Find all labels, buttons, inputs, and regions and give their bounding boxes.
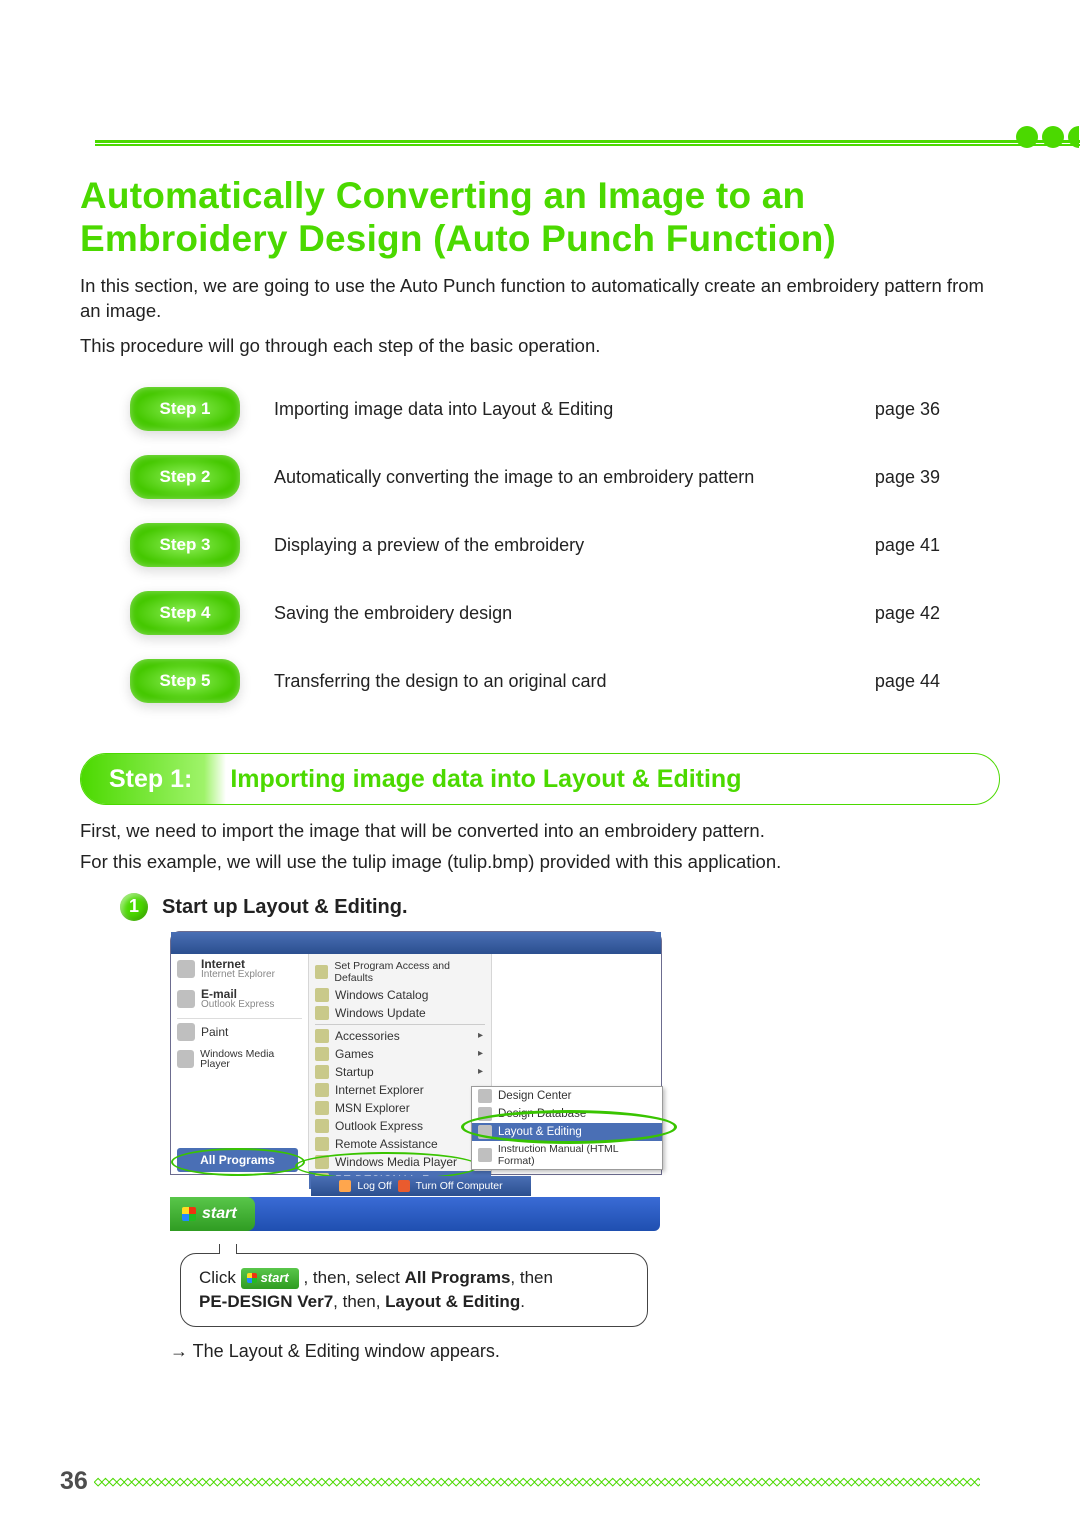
menu-item: Internet Explorer xyxy=(315,1081,485,1099)
substep-number: 1 xyxy=(120,893,148,921)
menu-item: MSN Explorer xyxy=(315,1099,485,1117)
start-menu-left-pane: InternetInternet Explorer E-mailOutlook … xyxy=(171,954,309,1174)
pinned-item-paint: Paint xyxy=(177,1023,302,1041)
start-button-inline: start xyxy=(241,1268,299,1288)
page-number: 36 ◇◇◇◇◇◇◇◇◇◇◇◇◇◇◇◇◇◇◇◇◇◇◇◇◇◇◇◇◇◇◇◇◇◇◇◇◇… xyxy=(60,1467,980,1496)
step-desc: Displaying a preview of the embroidery xyxy=(274,535,841,556)
step-row: Step 3 Displaying a preview of the embro… xyxy=(130,523,940,567)
step-pill: Step 4 xyxy=(130,591,240,635)
submenu-item-layout-editing: Layout & Editing xyxy=(472,1123,662,1141)
header-rule xyxy=(95,140,1080,146)
step-desc: Importing image data into Layout & Editi… xyxy=(274,399,841,420)
menu-item: Startup xyxy=(315,1063,485,1081)
section-label: Step 1: xyxy=(81,754,226,804)
paint-icon xyxy=(177,1023,195,1041)
pinned-item-wmp: Windows Media Player xyxy=(177,1049,302,1070)
menu-item: Windows Catalog xyxy=(315,986,485,1004)
start-button: start xyxy=(170,1197,255,1231)
footer-ornament: ◇◇◇◇◇◇◇◇◇◇◇◇◇◇◇◇◇◇◇◇◇◇◇◇◇◇◇◇◇◇◇◇◇◇◇◇◇◇◇◇… xyxy=(94,1475,980,1488)
ie-icon xyxy=(177,960,195,978)
step-page: page 44 xyxy=(875,671,940,692)
menu-item: Games xyxy=(315,1045,485,1063)
menu-item: Windows Media Player xyxy=(315,1153,485,1171)
step-row: Step 4 Saving the embroidery design page… xyxy=(130,591,940,635)
step-desc: Saving the embroidery design xyxy=(274,603,841,624)
step-row: Step 5 Transferring the design to an ori… xyxy=(130,659,940,703)
start-menu-header xyxy=(171,932,661,954)
substep-text: Start up Layout & Editing. xyxy=(162,893,408,919)
steps-list: Step 1 Importing image data into Layout … xyxy=(130,387,940,703)
callout-text: Click start , then, select All Programs,… xyxy=(199,1268,553,1311)
step-row: Step 1 Importing image data into Layout … xyxy=(130,387,940,431)
pinned-item-email: E-mailOutlook Express xyxy=(177,988,302,1010)
all-programs-button: All Programs xyxy=(177,1148,298,1172)
wmp-icon xyxy=(177,1050,194,1068)
step-pill: Step 1 xyxy=(130,387,240,431)
step-row: Step 2 Automatically converting the imag… xyxy=(130,455,940,499)
menu-item: Outlook Express xyxy=(315,1117,485,1135)
body-paragraph-2: For this example, we will use the tulip … xyxy=(80,850,1000,875)
step-page: page 41 xyxy=(875,535,940,556)
menu-item: Remote Assistance xyxy=(315,1135,485,1153)
power-icon xyxy=(398,1180,410,1192)
step-page: page 39 xyxy=(875,467,940,488)
body-paragraph-1: First, we need to import the image that … xyxy=(80,819,1000,844)
instruction-callout: Click start , then, select All Programs,… xyxy=(180,1253,648,1327)
step-desc: Automatically converting the image to an… xyxy=(274,467,841,488)
result-text: → The Layout & Editing window appears. xyxy=(170,1341,1000,1362)
submenu-item: Design Database xyxy=(472,1105,662,1123)
page: Automatically Converting an Image to an … xyxy=(0,0,1080,1528)
substep: 1 Start up Layout & Editing. xyxy=(120,893,1000,921)
pinned-item-internet: InternetInternet Explorer xyxy=(177,958,302,980)
taskbar: start xyxy=(170,1197,660,1231)
menu-item: Set Program Access and Defaults xyxy=(315,958,485,986)
start-menu-logoff-bar: Log Off Turn Off Computer xyxy=(311,1176,531,1196)
step-desc: Transferring the design to an original c… xyxy=(274,671,841,692)
submenu-item: Design Center xyxy=(472,1087,662,1105)
start-menu-submenu: Design Center Design Database Layout & E… xyxy=(471,1086,663,1170)
step-pill: Step 2 xyxy=(130,455,240,499)
step-pill: Step 3 xyxy=(130,523,240,567)
step-page: page 42 xyxy=(875,603,940,624)
page-title: Automatically Converting an Image to an … xyxy=(80,175,1000,260)
start-menu-screenshot: InternetInternet Explorer E-mailOutlook … xyxy=(170,931,662,1175)
submenu-item: Instruction Manual (HTML Format) xyxy=(472,1141,662,1169)
section-text: Importing image data into Layout & Editi… xyxy=(226,765,741,794)
step-pill: Step 5 xyxy=(130,659,240,703)
windows-logo-icon xyxy=(182,1207,196,1221)
mail-icon xyxy=(177,990,195,1008)
step-page: page 36 xyxy=(875,399,940,420)
menu-item: Windows Update xyxy=(315,1004,485,1022)
start-menu-programs-pane: Set Program Access and Defaults Windows … xyxy=(309,954,492,1174)
intro-paragraph-2: This procedure will go through each step… xyxy=(80,334,1000,359)
intro-paragraph-1: In this section, we are going to use the… xyxy=(80,274,1000,324)
section-heading: Step 1: Importing image data into Layout… xyxy=(80,753,1000,805)
logoff-icon xyxy=(339,1180,351,1192)
windows-logo-icon xyxy=(247,1273,257,1283)
menu-item: Accessories xyxy=(315,1027,485,1045)
header-dots xyxy=(1016,126,1080,148)
